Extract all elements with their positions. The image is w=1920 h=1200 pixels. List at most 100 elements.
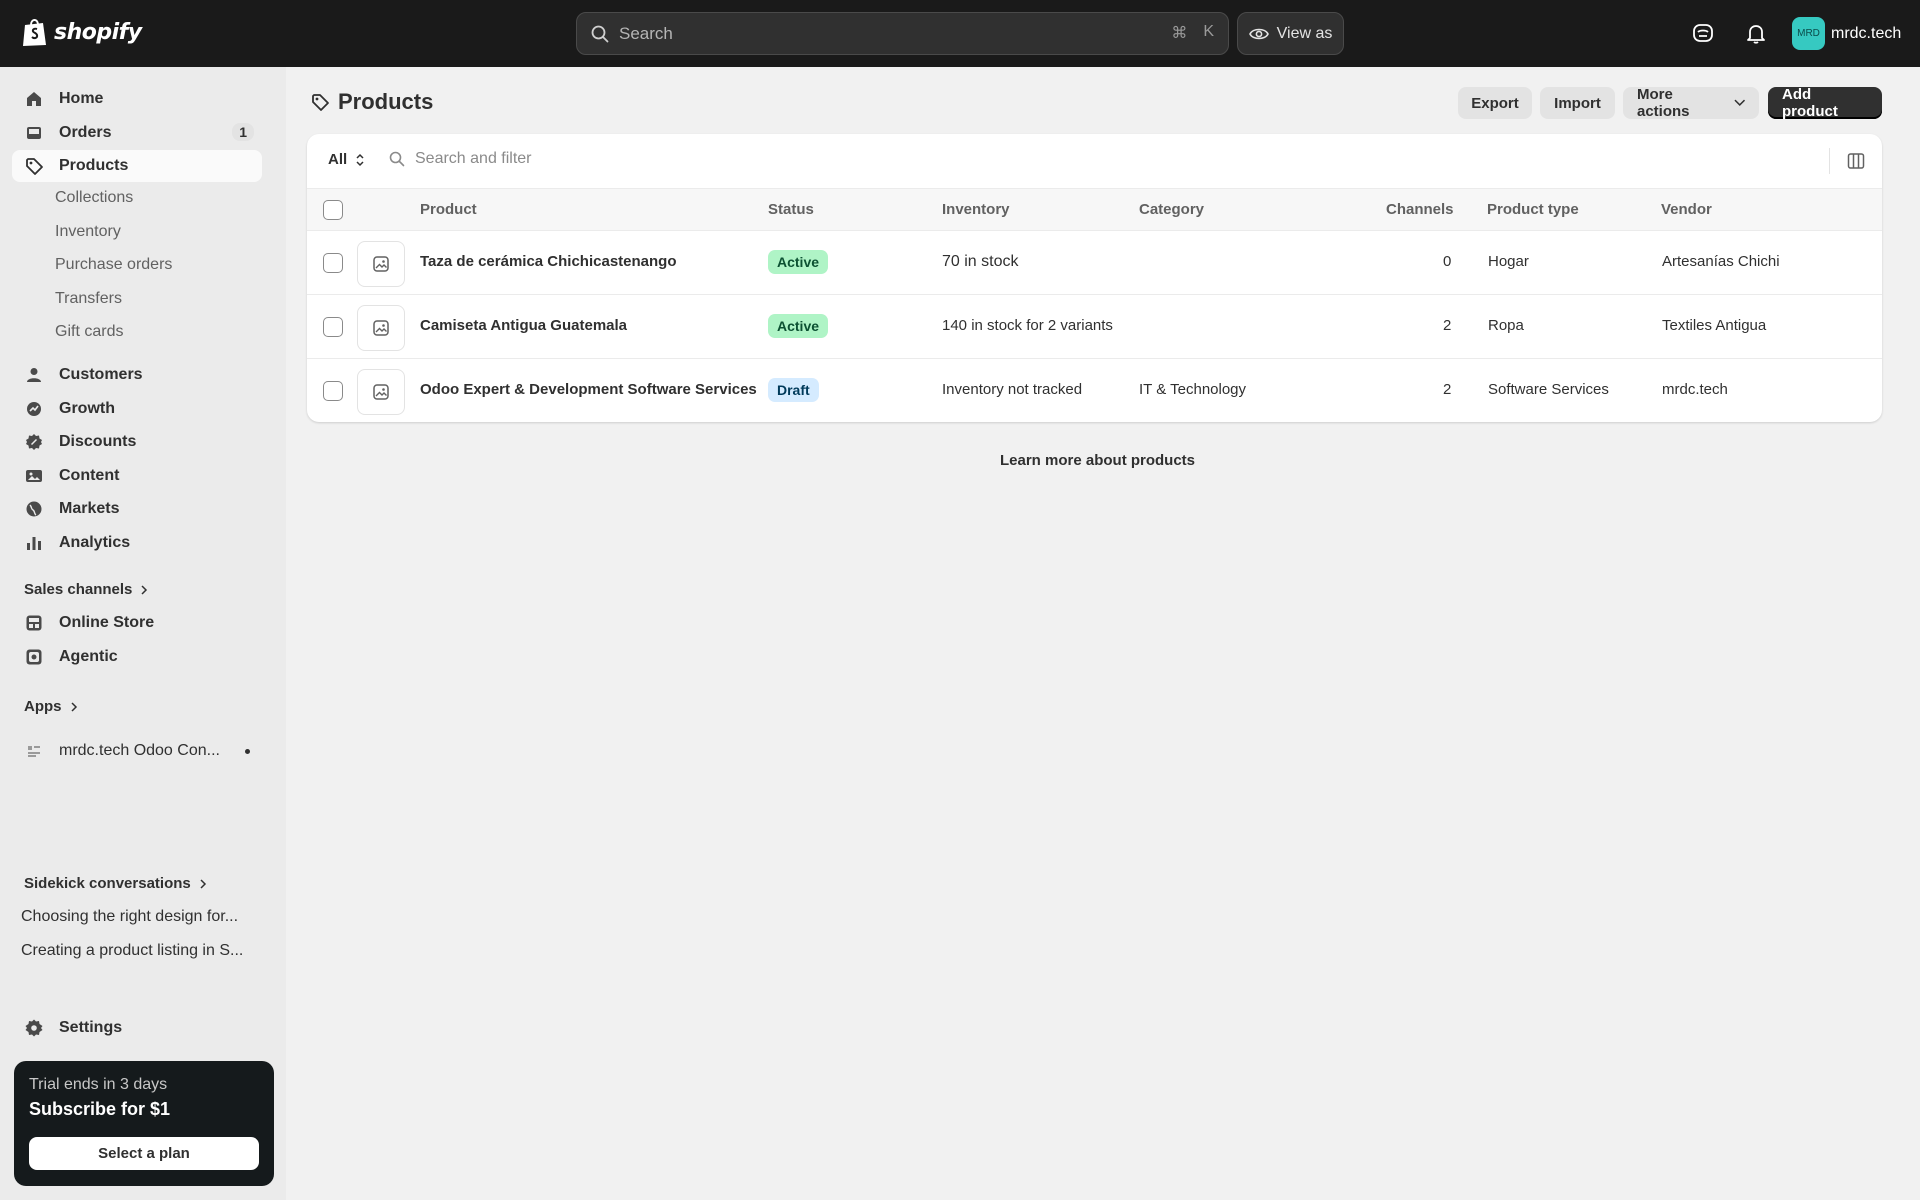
- vendor-cell: mrdc.tech: [1662, 381, 1728, 398]
- top-bar: shopify Search ⌘ K View as MRD mrdc.tech: [0, 0, 1920, 67]
- sidebar-item-label: Analytics: [59, 534, 131, 551]
- select-all-checkbox[interactable]: [323, 200, 343, 220]
- product-type-cell: Software Services: [1488, 381, 1609, 398]
- store-name: mrdc.tech: [1831, 24, 1902, 42]
- table-row[interactable]: Odoo Expert & Development Software Servi…: [307, 359, 1882, 422]
- agentic-icon: [26, 649, 42, 665]
- sidebar-sub-purchase-orders[interactable]: Purchase orders: [55, 256, 172, 274]
- sidebar-sub-gift-cards[interactable]: Gift cards: [55, 323, 123, 341]
- keyboard-shortcut: ⌘ K: [1171, 23, 1214, 43]
- row-checkbox[interactable]: [323, 317, 343, 337]
- search-placeholder: Search: [619, 23, 673, 43]
- growth-icon: [27, 402, 41, 416]
- columns-icon[interactable]: [1846, 151, 1866, 171]
- column-header-vendor[interactable]: Vendor: [1661, 201, 1712, 218]
- sidekick-conversations-heading[interactable]: Sidekick conversations: [24, 875, 207, 892]
- status-badge: Active: [768, 314, 829, 338]
- account-menu[interactable]: MRD mrdc.tech: [1792, 17, 1901, 50]
- status-badge: Draft: [768, 378, 819, 402]
- product-name[interactable]: Camiseta Antigua Guatemala: [420, 317, 627, 334]
- inbox-icon: [27, 127, 41, 139]
- view-as-button[interactable]: View as: [1237, 12, 1344, 55]
- export-button[interactable]: Export: [1458, 87, 1532, 119]
- sidebar-item-agentic[interactable]: Agentic: [12, 641, 262, 673]
- column-header-category[interactable]: Category: [1139, 201, 1204, 218]
- vendor-cell: Artesanías Chichi: [1662, 253, 1780, 270]
- sidebar-item-app[interactable]: mrdc.tech Odoo Con...: [12, 735, 262, 767]
- divider: [1829, 148, 1830, 174]
- sidebar-item-analytics[interactable]: Analytics: [12, 527, 262, 559]
- sidekick-icon[interactable]: [1691, 21, 1715, 45]
- sidebar-item-discounts[interactable]: Discounts: [12, 426, 262, 458]
- shortcut-key: K: [1203, 23, 1214, 40]
- products-table-card: All Search and filter Product Status Inv…: [307, 134, 1882, 422]
- column-header-product-type[interactable]: Product type: [1487, 201, 1579, 218]
- sidebar-item-growth[interactable]: Growth: [12, 393, 262, 425]
- sidebar-sub-collections[interactable]: Collections: [55, 189, 133, 207]
- product-thumbnail[interactable]: [357, 241, 405, 287]
- channels-cell: 2: [1443, 381, 1452, 398]
- learn-more-link[interactable]: Learn more about products: [1000, 452, 1195, 469]
- tab-all[interactable]: All: [328, 151, 365, 168]
- column-header-product[interactable]: Product: [420, 201, 477, 218]
- channels-cell: 2: [1443, 317, 1452, 334]
- row-checkbox[interactable]: [323, 253, 343, 273]
- product-name[interactable]: Taza de cerámica Chichicastenango: [420, 253, 677, 270]
- bell-icon[interactable]: [1744, 21, 1768, 45]
- sidekick-conversation-item[interactable]: Creating a product listing in S...: [21, 942, 261, 960]
- image-placeholder-icon: [373, 384, 389, 400]
- inventory-cell: 140 in stock for 2 variants: [942, 317, 1113, 334]
- trial-title: Subscribe for $1: [29, 1099, 171, 1119]
- import-button[interactable]: Import: [1540, 87, 1615, 119]
- eye-icon: [1248, 28, 1269, 39]
- global-search-input[interactable]: Search ⌘ K: [576, 12, 1229, 55]
- content-icon: [26, 470, 42, 482]
- sidebar-item-label: Settings: [59, 1019, 123, 1036]
- image-placeholder-icon: [373, 256, 389, 272]
- filter-bar: All Search and filter: [307, 134, 1882, 188]
- product-thumbnail[interactable]: [357, 369, 405, 415]
- sidekick-conversation-item[interactable]: Choosing the right design for...: [21, 908, 261, 926]
- column-header-status[interactable]: Status: [768, 201, 814, 218]
- sidebar-item-orders[interactable]: Orders 1: [12, 117, 262, 149]
- column-header-inventory[interactable]: Inventory: [942, 201, 1010, 218]
- sidebar-item-label: Orders: [59, 124, 112, 141]
- apps-heading[interactable]: Apps: [24, 698, 78, 715]
- tab-all-label: All: [328, 151, 348, 168]
- sidebar-item-settings[interactable]: Settings: [12, 1012, 262, 1044]
- sidebar-item-products[interactable]: Products: [12, 150, 262, 182]
- row-checkbox[interactable]: [323, 381, 343, 401]
- sidekick-conversations-label: Sidekick conversations: [24, 875, 191, 892]
- trial-banner: Trial ends in 3 days Subscribe for $1 Se…: [14, 1061, 274, 1186]
- product-type-cell: Hogar: [1488, 253, 1529, 270]
- sidebar-item-online-store[interactable]: Online Store: [12, 607, 262, 639]
- sidebar-sub-inventory[interactable]: Inventory: [55, 223, 121, 241]
- unread-dot-icon: [245, 749, 250, 754]
- person-icon: [27, 368, 41, 382]
- chevron-right-icon: [70, 701, 77, 712]
- table-row[interactable]: Taza de cerámica Chichicastenango Active…: [307, 231, 1882, 295]
- discount-icon: [26, 434, 42, 450]
- sidebar-item-content[interactable]: Content: [12, 460, 262, 492]
- table-row[interactable]: Camiseta Antigua Guatemala Active 140 in…: [307, 295, 1882, 359]
- search-and-filter-input[interactable]: Search and filter: [389, 150, 532, 168]
- app-icon: [28, 746, 40, 757]
- sidebar-sub-transfers[interactable]: Transfers: [55, 290, 122, 308]
- add-product-button[interactable]: Add product: [1768, 86, 1882, 120]
- sidebar-item-markets[interactable]: Markets: [12, 493, 262, 525]
- sales-channels-heading[interactable]: Sales channels: [24, 581, 148, 598]
- search-and-filter-placeholder: Search and filter: [415, 150, 532, 167]
- column-header-channels[interactable]: Channels: [1386, 201, 1454, 218]
- shopify-logo[interactable]: shopify: [22, 17, 142, 47]
- sidebar-item-label: Content: [59, 467, 120, 484]
- sidebar-item-customers[interactable]: Customers: [12, 359, 262, 391]
- product-thumbnail[interactable]: [357, 305, 405, 351]
- sidebar-item-home[interactable]: Home: [12, 83, 262, 115]
- home-icon: [27, 92, 41, 106]
- sidebar-item-label: Agentic: [59, 648, 118, 665]
- apps-label: Apps: [24, 698, 62, 715]
- select-plan-button[interactable]: Select a plan: [29, 1137, 259, 1170]
- product-name[interactable]: Odoo Expert & Development Software Servi…: [420, 381, 757, 398]
- sidebar-item-label: Online Store: [59, 614, 155, 631]
- more-actions-button[interactable]: More actions: [1623, 86, 1759, 120]
